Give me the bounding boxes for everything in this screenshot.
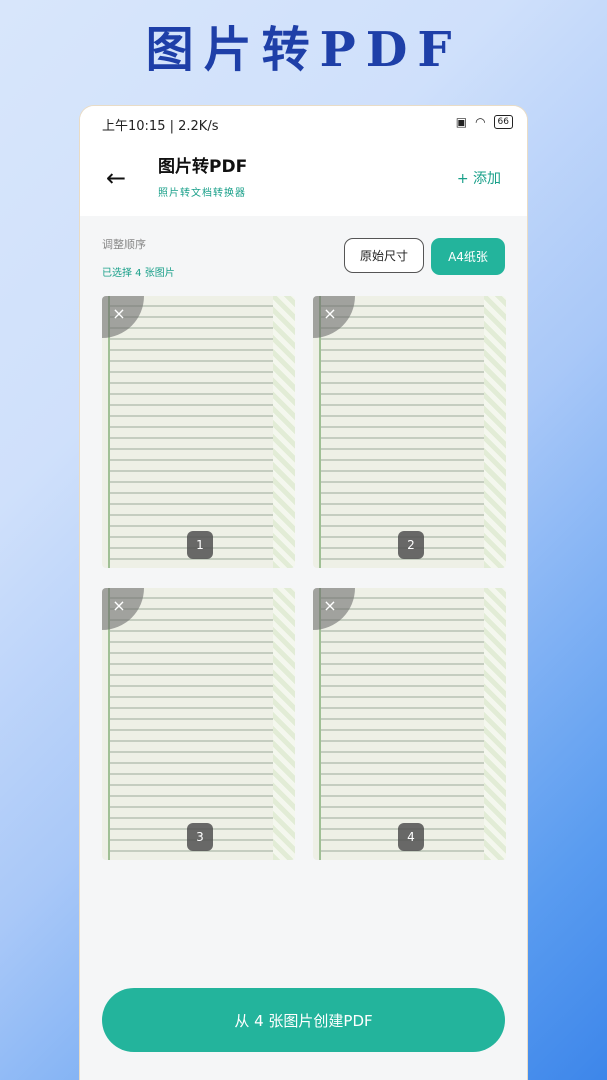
order-bar: 调整顺序 已选择 4 张图片 原始尺寸 A4纸张 [80, 216, 527, 286]
order-badge: 2 [398, 531, 424, 559]
clock: 上午10:15 [102, 119, 166, 134]
image-thumbnail[interactable]: × 1 [102, 296, 295, 568]
order-badge: 1 [187, 531, 213, 559]
battery-icon: 66 [493, 115, 513, 129]
a4-paper-button[interactable]: A4纸张 [431, 238, 505, 275]
net-speed: 2.2K/s [178, 119, 219, 134]
page-title: 图片转PDF [158, 157, 248, 177]
phone-screen: 上午10:15 | 2.2K/s ▣ ◠ 66 ← 图片转PDF 照片转文档转换… [80, 106, 527, 1080]
create-pdf-button[interactable]: 从 4 张图片创建PDF [102, 988, 505, 1052]
image-thumbnail[interactable]: × 3 [102, 588, 295, 860]
status-icons: ▣ ◠ 66 [456, 115, 513, 129]
order-badge: 4 [398, 823, 424, 851]
page-subtitle: 照片转文档转换器 [158, 188, 246, 199]
status-bar: 上午10:15 | 2.2K/s ▣ ◠ 66 [80, 106, 527, 144]
banner-title: 图片转PDF [145, 22, 462, 78]
back-arrow-icon[interactable]: ← [106, 164, 126, 192]
order-label: 调整顺序 [102, 238, 146, 251]
app-bar: ← 图片转PDF 照片转文档转换器 + 添加 [80, 144, 527, 216]
original-size-button[interactable]: 原始尺寸 [344, 238, 424, 273]
status-time: 上午10:15 | 2.2K/s [102, 119, 219, 134]
add-button[interactable]: + 添加 [457, 168, 501, 188]
image-thumbnail[interactable]: × 2 [313, 296, 506, 568]
wifi-icon: ◠ [475, 115, 486, 129]
sim-icon: ▣ [455, 115, 468, 129]
selected-count: 已选择 4 张图片 [102, 268, 175, 279]
image-thumbnail[interactable]: × 4 [313, 588, 506, 860]
order-badge: 3 [187, 823, 213, 851]
